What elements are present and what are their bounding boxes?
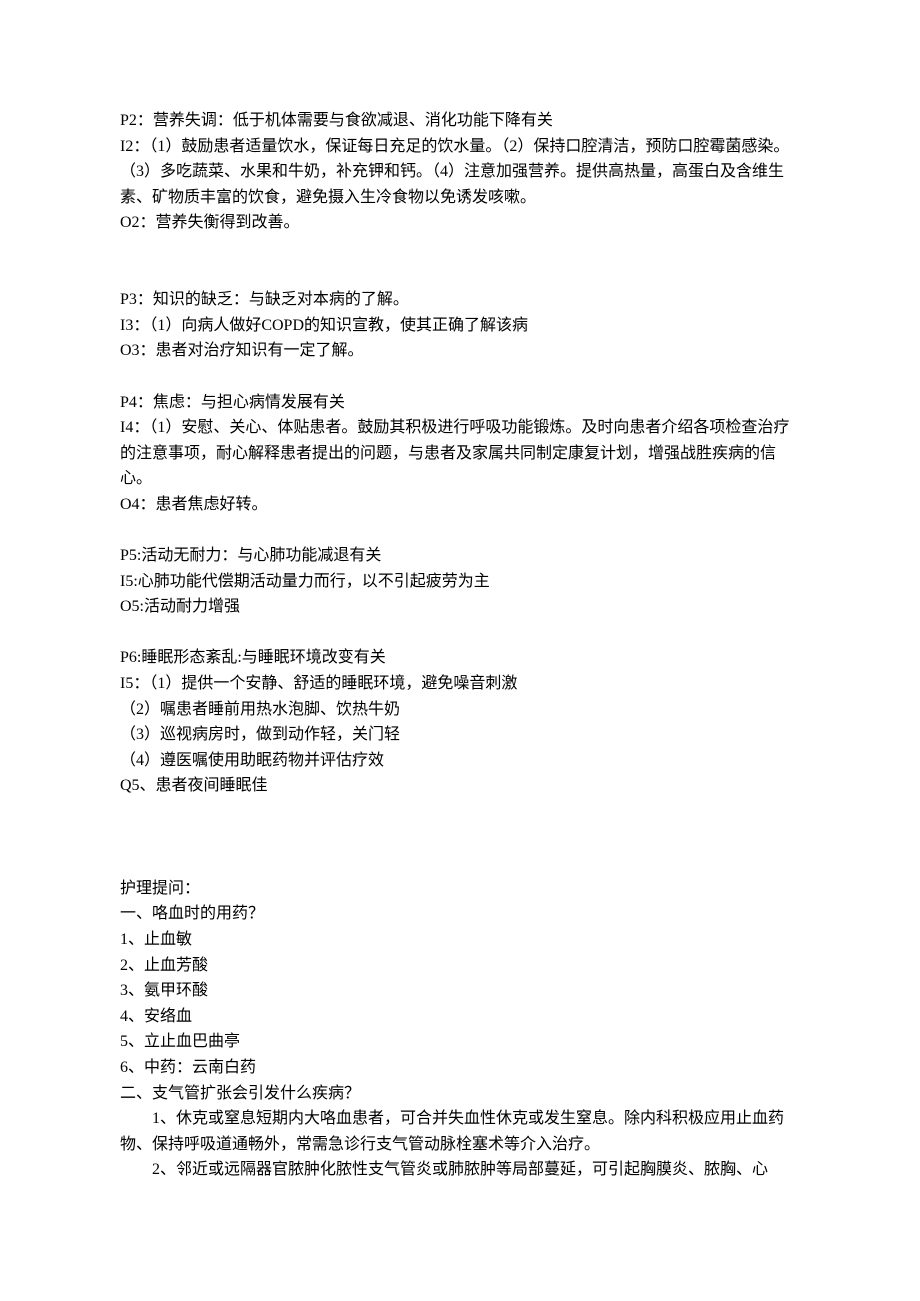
q1-item-6: 6、中药：云南白药 <box>120 1055 800 1081</box>
q2-item-1: 1、休克或窒息短期内大咯血患者，可合并失血性休克或发生窒息。除内科积极应用止血药… <box>120 1106 800 1157</box>
p3-label: P3：知识的缺乏：与缺乏对本病的了解。 <box>120 287 800 313</box>
p6-sub-item-3: （4）遵医嘱使用助眠药物并评估疗效 <box>120 748 800 774</box>
q1-title: 一、咯血时的用药？ <box>120 901 800 927</box>
p2-outcome: O2：营养失衡得到改善。 <box>120 210 800 236</box>
p4-outcome: O4：患者焦虑好转。 <box>120 492 800 518</box>
q2-title: 二、支气管扩张会引发什么疾病？ <box>120 1081 800 1107</box>
spacer <box>120 364 800 390</box>
spacer <box>120 262 800 288</box>
p6-label: P6:睡眠形态紊乱:与睡眠环境改变有关 <box>120 645 800 671</box>
p5-outcome: O5:活动耐力增强 <box>120 594 800 620</box>
q1-item-5: 5、立止血巴曲亭 <box>120 1029 800 1055</box>
p2-label: P2：营养失调：低于机体需要与食欲减退、消化功能下降有关 <box>120 108 800 134</box>
q1-item-4: 4、安络血 <box>120 1004 800 1030</box>
p4-intervention: I4：（1）安慰、关心、体贴患者。鼓励其积极进行呼吸功能锻炼。及时向患者介绍各项… <box>120 415 800 492</box>
spacer <box>120 850 800 876</box>
spacer <box>120 236 800 262</box>
nursing-questions-title: 护理提问： <box>120 876 800 902</box>
q2-item-2: 2、邻近或远隔器官脓肿化脓性支气管炎或肺脓肿等局部蔓延，可引起胸膜炎、脓胸、心 <box>120 1157 800 1183</box>
q1-item-1: 1、止血敏 <box>120 927 800 953</box>
p6-sub-item-2: （3）巡视病房时，做到动作轻，关门轻 <box>120 722 800 748</box>
p3-outcome: O3：患者对治疗知识有一定了解。 <box>120 338 800 364</box>
p3-intervention: I3：（1）向病人做好COPD的知识宣教，使其正确了解该病 <box>120 313 800 339</box>
p6-sub-item-1: （2）嘱患者睡前用热水泡脚、饮热牛奶 <box>120 697 800 723</box>
q1-item-2: 2、止血芳酸 <box>120 953 800 979</box>
p4-label: P4：焦虑：与担心病情发展有关 <box>120 390 800 416</box>
q1-item-3: 3、氨甲环酸 <box>120 978 800 1004</box>
p5-intervention: I5:心肺功能代偿期活动量力而行，以不引起疲劳为主 <box>120 569 800 595</box>
spacer <box>120 620 800 646</box>
p5-label: P5:活动无耐力：与心肺功能减退有关 <box>120 543 800 569</box>
spacer <box>120 518 800 544</box>
spacer <box>120 825 800 851</box>
p6-intervention: I5：（1）提供一个安静、舒适的睡眠环境，避免噪音刺激 <box>120 671 800 697</box>
p6-outcome: Q5、患者夜间睡眠佳 <box>120 773 800 799</box>
spacer <box>120 799 800 825</box>
p2-intervention: I2：（1）鼓励患者适量饮水，保证每日充足的饮水量。（2）保持口腔清洁，预防口腔… <box>120 134 800 211</box>
